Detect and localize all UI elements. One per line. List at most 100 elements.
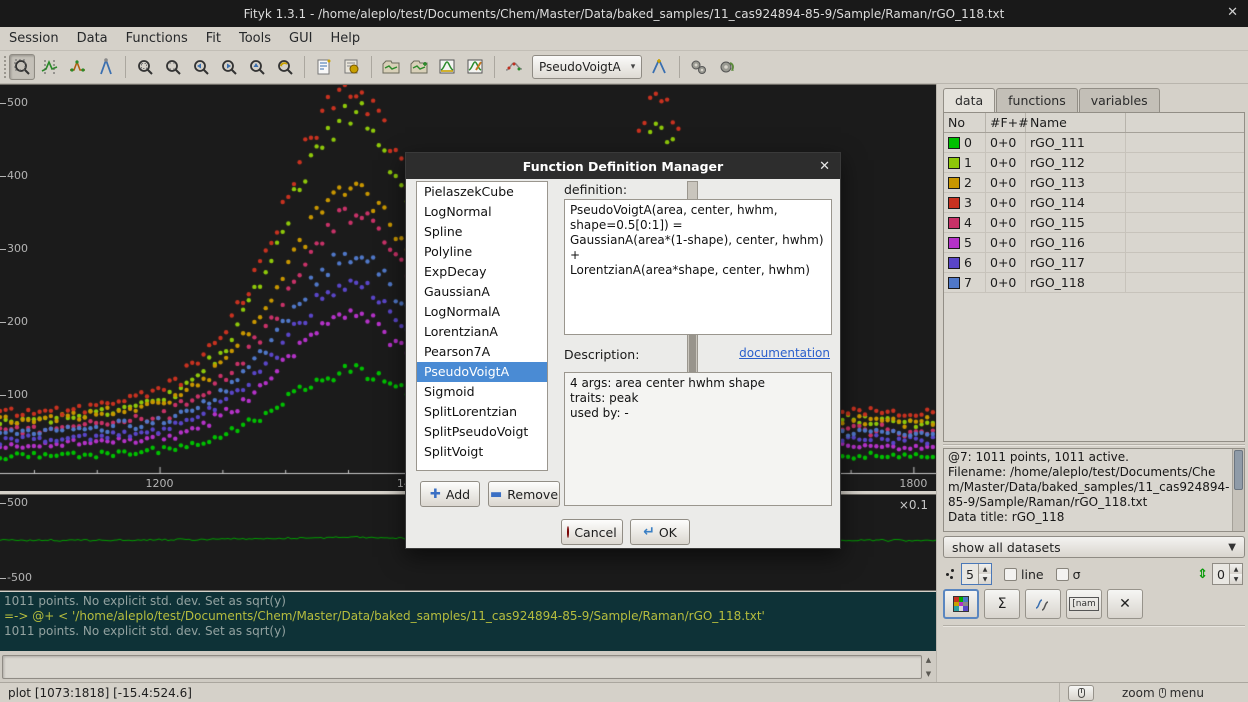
data-transform-button[interactable] (501, 54, 527, 80)
add-peak-mode-button[interactable] (65, 54, 91, 80)
menu-data[interactable]: Data (68, 28, 117, 49)
sigma-checkbox[interactable] (1056, 568, 1069, 581)
zoom-up-button[interactable] (244, 54, 270, 80)
axis-tick-mark (0, 249, 6, 250)
function-list-item[interactable]: Polyline (417, 242, 547, 262)
tab-variables[interactable]: variables (1079, 88, 1160, 112)
tab-data[interactable]: data (943, 88, 995, 112)
separator (943, 444, 1245, 446)
copy-functions-button[interactable] (1025, 589, 1061, 619)
zoom-previous-button[interactable] (272, 54, 298, 80)
function-list-item[interactable]: Sigmoid (417, 382, 547, 402)
function-list-item[interactable]: PielaszekCube (417, 182, 547, 202)
sigma-checkbox-label: σ (1073, 567, 1081, 582)
table-row[interactable]: 5 0+0 rGO_116 (944, 233, 1244, 253)
input-scrollbar[interactable]: ▲▼ (922, 654, 935, 680)
spin-down-icon[interactable]: ▼ (979, 574, 991, 584)
add-function-button[interactable] (647, 54, 673, 80)
table-row[interactable]: 7 0+0 rGO_118 (944, 273, 1244, 293)
window-close-icon[interactable]: ✕ (1227, 5, 1238, 20)
point-size-spinner[interactable]: 5 ▲▼ (961, 563, 992, 585)
function-list[interactable]: PielaszekCubeLogNormalSplinePolylineExpD… (416, 181, 548, 471)
function-list-item[interactable]: ExpDecay (417, 262, 547, 282)
remove-button[interactable]: ▬Remove (488, 481, 560, 507)
axis-tick-label: 1800 (897, 477, 929, 490)
menu-session[interactable]: Session (0, 28, 68, 49)
execute-script-button[interactable] (339, 54, 365, 80)
function-list-item[interactable]: LogNormal (417, 202, 547, 222)
fit-settings-button[interactable] (686, 54, 712, 80)
toolbar-separator (371, 56, 372, 78)
spin-up-icon[interactable]: ▲ (1230, 564, 1242, 574)
function-list-item[interactable]: PseudoVoigtA (417, 362, 547, 382)
dialog-close-icon[interactable]: ✕ (819, 159, 830, 174)
menu-tools[interactable]: Tools (230, 28, 280, 49)
zoom-selection-button[interactable] (160, 54, 186, 80)
function-list-item[interactable]: SplitVoigt (417, 442, 547, 462)
table-row[interactable]: 1 0+0 rGO_112 (944, 153, 1244, 173)
function-list-item[interactable]: LogNormalA (417, 302, 547, 322)
function-list-item[interactable]: SplitLorentzian (417, 402, 547, 422)
mouse-mode-button[interactable] (1068, 685, 1094, 701)
spin-down-icon[interactable]: ▼ (1230, 574, 1242, 584)
dataset-colors-button[interactable] (943, 589, 979, 619)
scroll-down-icon[interactable]: ▼ (926, 670, 931, 678)
cancel-button[interactable]: Cancel (561, 519, 623, 545)
function-list-item[interactable]: LorentzianA (417, 322, 547, 342)
table-row[interactable]: 6 0+0 rGO_117 (944, 253, 1244, 273)
table-row[interactable]: 0 0+0 rGO_111 (944, 133, 1244, 153)
menu-fit[interactable]: Fit (197, 28, 230, 49)
dataset-filter-value: show all datasets (952, 540, 1061, 555)
zoom-all-button[interactable] (132, 54, 158, 80)
edit-plot-icon (466, 58, 484, 76)
run-fit-icon (717, 58, 737, 76)
definition-textarea[interactable]: PseudoVoigtA(area, center, hwhm, shape=0… (564, 199, 832, 335)
line-checkbox[interactable] (1004, 568, 1017, 581)
data-range-icon (41, 58, 59, 76)
info-scrollbar[interactable] (1232, 449, 1244, 531)
dataset-color-swatch (948, 157, 960, 169)
scroll-up-icon[interactable]: ▲ (926, 656, 931, 664)
edit-plot-button[interactable] (462, 54, 488, 80)
append-data-button[interactable] (406, 54, 432, 80)
shift-spinner[interactable]: 0 ▲▼ (1212, 563, 1243, 585)
dataset-filter-select[interactable]: show all datasets ▼ (943, 536, 1245, 558)
zoom-right-icon (220, 58, 238, 76)
function-type-select[interactable]: PseudoVoigtA ▾ (532, 55, 642, 79)
documentation-link[interactable]: documentation (739, 346, 830, 360)
sum-button[interactable]: Σ (984, 589, 1020, 619)
table-row[interactable]: 2 0+0 rGO_113 (944, 173, 1244, 193)
function-list-item[interactable]: SplitPseudoVoigt (417, 422, 547, 442)
zoom-left-button[interactable] (188, 54, 214, 80)
delete-dataset-button[interactable]: ✕ (1107, 589, 1143, 619)
scroll-thumb[interactable] (1234, 450, 1243, 490)
baseline-mode-button[interactable] (93, 54, 119, 80)
data-range-mode-button[interactable] (37, 54, 63, 80)
tab-functions[interactable]: functions (996, 88, 1078, 112)
function-list-item[interactable]: Spline (417, 222, 547, 242)
spin-up-icon[interactable]: ▲ (979, 564, 991, 574)
dialog-titlebar[interactable]: Function Definition Manager ✕ (406, 153, 840, 179)
plus-icon: ✚ (430, 487, 441, 502)
display-controls: 5 ▲▼ line σ ⇕ 0 ▲▼ (943, 562, 1245, 586)
save-plot-button[interactable] (434, 54, 460, 80)
ok-button[interactable]: ↵OK (630, 519, 690, 545)
aux-multiplier-label: ×0.1 (899, 498, 928, 512)
command-input[interactable] (2, 655, 922, 679)
run-fit-button[interactable] (714, 54, 740, 80)
menu-gui[interactable]: GUI (280, 28, 321, 49)
script-editor-button[interactable] (311, 54, 337, 80)
zoom-right-button[interactable] (216, 54, 242, 80)
zoom-mode-button[interactable] (9, 54, 35, 80)
table-row[interactable]: 4 0+0 rGO_115 (944, 213, 1244, 233)
add-button[interactable]: ✚Add (420, 481, 480, 507)
function-list-item[interactable]: Pearson7A (417, 342, 547, 362)
function-list-item[interactable]: GaussianA (417, 282, 547, 302)
functions-icon (1034, 596, 1052, 612)
open-data-button[interactable] (378, 54, 404, 80)
menu-functions[interactable]: Functions (117, 28, 197, 49)
table-row[interactable]: 3 0+0 rGO_114 (944, 193, 1244, 213)
shift-updown-icon: ⇕ (1197, 567, 1208, 582)
menu-help[interactable]: Help (321, 28, 369, 49)
rename-button[interactable]: [nam (1066, 589, 1102, 619)
